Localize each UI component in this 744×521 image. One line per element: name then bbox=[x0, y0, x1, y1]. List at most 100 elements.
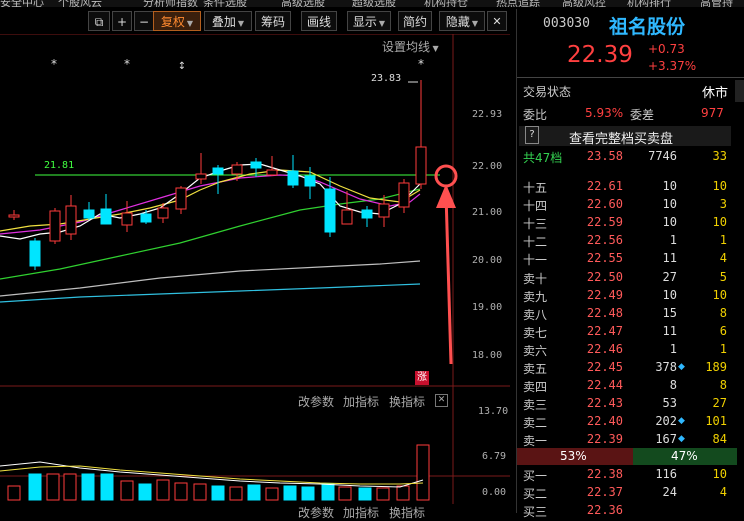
add-indicator-link[interactable]: 加指标 bbox=[343, 393, 379, 410]
ask-row[interactable]: 十五 22.61 10 10 bbox=[517, 178, 744, 196]
ask-price: 22.39 bbox=[586, 432, 623, 447]
divider bbox=[517, 77, 744, 78]
ma-settings-link[interactable]: 设置均线 ▼ bbox=[382, 38, 439, 55]
change-params-link[interactable]: 改参数 bbox=[298, 393, 334, 410]
ask-row[interactable]: 卖三 22.43 53 27 bbox=[517, 395, 744, 413]
stock-code: 003030 bbox=[543, 16, 590, 31]
diamond-icon: ◆ bbox=[678, 434, 685, 445]
ask-label: 卖五 bbox=[523, 362, 548, 376]
ask-price: 22.50 bbox=[586, 269, 623, 284]
bid-row[interactable]: 买二 22.37 24 4 bbox=[517, 484, 744, 502]
ask-count: 10 bbox=[712, 215, 727, 230]
volume-ma-line bbox=[0, 461, 424, 488]
ask-row[interactable]: 卖九 22.49 10 10 bbox=[517, 287, 744, 305]
top-menu-item[interactable]: 安全中心 bbox=[0, 0, 44, 7]
volume-bar bbox=[138, 483, 152, 501]
ask-row[interactable]: 卖六 22.46 1 1 bbox=[517, 341, 744, 359]
ask-label: 十一 bbox=[523, 253, 548, 268]
top-menu-item[interactable]: 机构持仓 bbox=[424, 0, 468, 7]
top-menu-item[interactable]: 条件选股 bbox=[203, 0, 247, 7]
ask-volume: 15 bbox=[662, 305, 677, 320]
y-tick-label: 18.00 bbox=[472, 350, 503, 361]
trade-status-value: 休市 bbox=[702, 86, 729, 101]
volume-bar bbox=[376, 487, 390, 501]
draw-line-button[interactable]: 画线 bbox=[301, 11, 337, 31]
top-menu-item[interactable]: 高级选股 bbox=[281, 0, 325, 7]
ask-count: 4 bbox=[719, 251, 727, 266]
levels-count: 33 bbox=[712, 149, 727, 163]
ask-volume: 8 bbox=[669, 378, 677, 393]
ask-price: 22.60 bbox=[586, 197, 623, 212]
ask-volume: 10 bbox=[662, 179, 677, 193]
ask-row[interactable]: 十三 22.59 10 10 bbox=[517, 214, 744, 232]
volume-bar bbox=[396, 485, 410, 501]
bid-row[interactable]: 买三 22.36 bbox=[517, 502, 744, 520]
close-icon[interactable]: ✕ bbox=[435, 394, 448, 407]
price-change-pct: +3.37% bbox=[648, 59, 697, 73]
top-menu-item[interactable]: 高管持 bbox=[700, 0, 733, 7]
ask-volume: 10 bbox=[662, 215, 677, 230]
volume-bar bbox=[229, 486, 243, 501]
vol-tick-label: 0.00 bbox=[482, 487, 507, 498]
bid-price: 22.37 bbox=[586, 485, 623, 499]
overlay-label: 叠加 bbox=[211, 15, 236, 29]
volume-bar bbox=[120, 480, 134, 501]
ask-row[interactable]: 卖一 22.39 167 84 ◆ bbox=[517, 431, 744, 449]
top-menu-item[interactable]: 超级选股 bbox=[352, 0, 396, 7]
ask-count: 1 bbox=[719, 341, 727, 356]
volume-bar bbox=[46, 473, 60, 501]
ask-row[interactable]: 卖七 22.47 11 6 bbox=[517, 323, 744, 341]
ask-row[interactable]: 卖八 22.48 15 8 bbox=[517, 305, 744, 323]
hide-dropdown[interactable]: 隐藏 ▼ bbox=[439, 11, 485, 31]
ask-row[interactable]: 卖五 22.45 378 189 ◆ bbox=[517, 359, 744, 377]
candle-body bbox=[250, 161, 262, 169]
top-menu-item[interactable]: 机构排行 bbox=[627, 0, 671, 7]
ask-price: 22.56 bbox=[586, 233, 623, 248]
ask-count: 5 bbox=[719, 269, 727, 284]
chip-button[interactable]: 筹码 bbox=[255, 11, 291, 31]
kline-chart[interactable]: * * * ↕ 设置均线 ▼ 23.83 21.81 22.93 22.00 21.0… bbox=[0, 34, 510, 520]
volume-bar bbox=[321, 483, 335, 501]
display-dropdown[interactable]: 显示 ▼ bbox=[347, 11, 391, 31]
top-menu-item[interactable]: 分析师指数 bbox=[143, 0, 198, 7]
side-tab[interactable] bbox=[735, 80, 744, 102]
zoom-in-button[interactable]: + bbox=[112, 11, 132, 31]
ask-row[interactable]: 卖十 22.50 27 5 bbox=[517, 269, 744, 287]
ask-row[interactable]: 卖四 22.44 8 8 bbox=[517, 377, 744, 395]
bid-row[interactable]: 买一 22.38 116 10 bbox=[517, 466, 744, 484]
candle-body bbox=[49, 210, 61, 242]
candle-body bbox=[266, 169, 278, 176]
ask-volume: 1 bbox=[669, 233, 677, 248]
volume-bar bbox=[301, 486, 315, 501]
switch-indicator-link[interactable]: 换指标 bbox=[389, 393, 425, 410]
full-book-button[interactable]: ? 查看完整档买卖盘 bbox=[519, 126, 731, 147]
ask-volume: 202 bbox=[655, 414, 677, 429]
ask-row[interactable]: 十一 22.55 11 4 bbox=[517, 250, 744, 268]
ask-count: 3 bbox=[719, 197, 727, 212]
candle-body bbox=[361, 209, 373, 219]
close-icon[interactable]: ✕ bbox=[487, 11, 507, 31]
chevron-down-icon: ▼ bbox=[430, 44, 439, 53]
fuquan-label: 复权 bbox=[160, 15, 185, 29]
top-menu-item[interactable]: 个股风云 bbox=[58, 0, 102, 7]
top-menu-item[interactable]: 热点追踪 bbox=[496, 0, 540, 7]
top-menu-item[interactable]: 高级风控 bbox=[562, 0, 606, 7]
overlay-dropdown[interactable]: 叠加 ▼ bbox=[204, 11, 252, 31]
ask-row[interactable]: 十四 22.60 10 3 bbox=[517, 196, 744, 214]
levels-volume: 7746 bbox=[648, 149, 677, 163]
ask-row[interactable]: 十二 22.56 1 1 bbox=[517, 232, 744, 250]
vol-tick-label: 13.70 bbox=[478, 406, 509, 417]
top-menu-strip: 安全中心 个股风云 分析师指数 条件选股 高级选股 超级选股 机构持仓 热点追踪 高级风控 机构排… bbox=[0, 0, 744, 7]
ask-row[interactable]: 卖二 22.40 202 101 ◆ bbox=[517, 413, 744, 431]
ask-count: 1 bbox=[719, 233, 727, 248]
volume-bar bbox=[247, 484, 261, 501]
fuquan-dropdown[interactable]: 复权 ▼ bbox=[153, 11, 201, 31]
event-marker-icon: * bbox=[418, 57, 424, 71]
candle-body bbox=[65, 205, 77, 235]
restore-window-icon[interactable]: ⧉ bbox=[88, 11, 110, 31]
weibi-row: 委比 5.93% 委差 977 bbox=[517, 104, 744, 124]
ask-volume: 27 bbox=[662, 269, 677, 284]
zoom-out-button[interactable]: − bbox=[134, 11, 154, 31]
simple-button[interactable]: 简约 bbox=[398, 11, 432, 31]
candle-body bbox=[175, 187, 187, 210]
